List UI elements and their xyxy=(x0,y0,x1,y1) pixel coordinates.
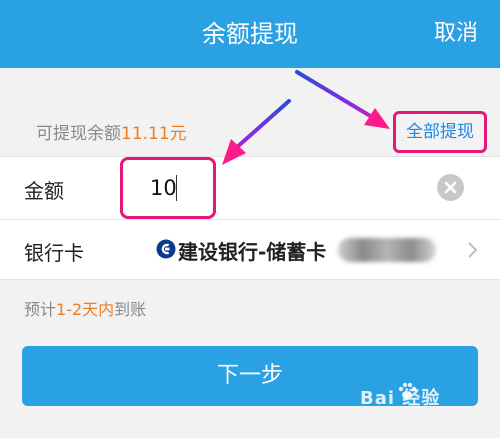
annotation-arrows xyxy=(222,70,390,165)
arrow-to-withdraw-all-icon xyxy=(295,70,390,129)
arrow-to-amount-icon xyxy=(222,99,291,165)
